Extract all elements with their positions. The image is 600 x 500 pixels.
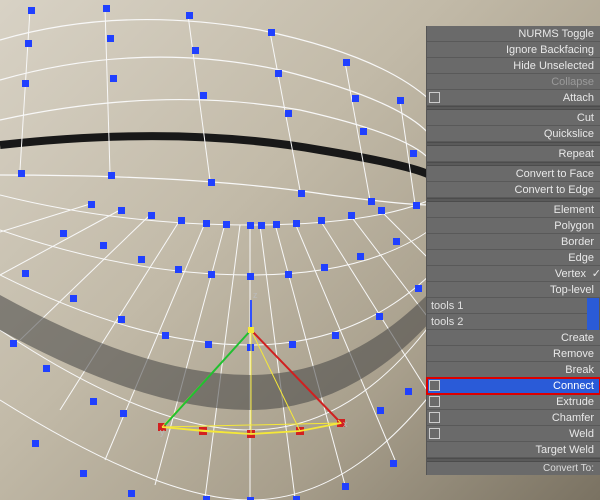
svg-text:z: z [253,290,258,300]
mesh-edge [0,57,430,135]
menu-extrude[interactable]: Extrude [427,394,600,410]
settings-icon[interactable] [429,428,440,439]
menu-quickslice[interactable]: Quickslice [427,126,600,142]
settings-icon[interactable] [429,380,440,391]
menu-top-level[interactable]: Top-level [427,282,600,298]
menu-label: Chamfer [552,412,594,424]
menu-label: Connect [553,380,594,392]
svg-text:y: y [160,427,165,437]
menu-remove[interactable]: Remove [427,346,600,362]
menu-tools-row: tools 1 [427,298,600,314]
menu-nurms-toggle[interactable]: NURMS Toggle [427,26,600,42]
tab-indicator [587,314,599,330]
menu-label: Extrude [556,396,594,408]
move-gizmo[interactable]: z y x [160,290,348,437]
menu-label: Attach [563,92,594,104]
menu-create[interactable]: Create [427,330,600,346]
menu-tools-row: tools 2 [427,314,600,330]
menu-convert-to-face[interactable]: Convert to Face [427,166,600,182]
tab-indicator [587,298,599,314]
menu-weld[interactable]: Weld [427,426,600,442]
menu-repeat[interactable]: Repeat [427,146,600,162]
menu-convert-to-edge[interactable]: Convert to Edge [427,182,600,198]
menu-label: tools 2 [431,316,463,328]
mesh-dark-band [0,290,432,410]
mesh-edge [0,136,430,175]
menu-element[interactable]: Element [427,202,600,218]
settings-icon[interactable] [429,396,440,407]
menu-break[interactable]: Break [427,362,600,378]
menu-collapse[interactable]: Collapse [427,74,600,90]
mesh-edge [0,395,430,500]
menu-target-weld[interactable]: Target Weld [427,442,600,458]
menu-tools-1[interactable]: tools 1 [427,298,600,313]
settings-icon[interactable] [429,92,440,103]
menu-polygon[interactable]: Polygon [427,218,600,234]
menu-vertex[interactable]: Vertex [427,266,600,282]
menu-connect[interactable]: Connect [427,378,600,394]
menu-chamfer[interactable]: Chamfer [427,410,600,426]
menu-border[interactable]: Border [427,234,600,250]
context-menu[interactable]: NURMS Toggle Ignore Backfacing Hide Unse… [426,26,600,475]
svg-text:x: x [343,419,348,429]
menu-attach[interactable]: Attach [427,90,600,106]
menu-ignore-backfacing[interactable]: Ignore Backfacing [427,42,600,58]
menu-tools-2[interactable]: tools 2 [427,314,600,329]
mesh-edge [105,8,110,173]
menu-cut[interactable]: Cut [427,110,600,126]
menu-hide-unselected[interactable]: Hide Unselected [427,58,600,74]
menu-convert-to[interactable]: Convert To: [427,462,600,475]
menu-label: Weld [569,428,594,440]
menu-edge[interactable]: Edge [427,250,600,266]
menu-label: tools 1 [431,300,463,312]
settings-icon[interactable] [429,412,440,423]
